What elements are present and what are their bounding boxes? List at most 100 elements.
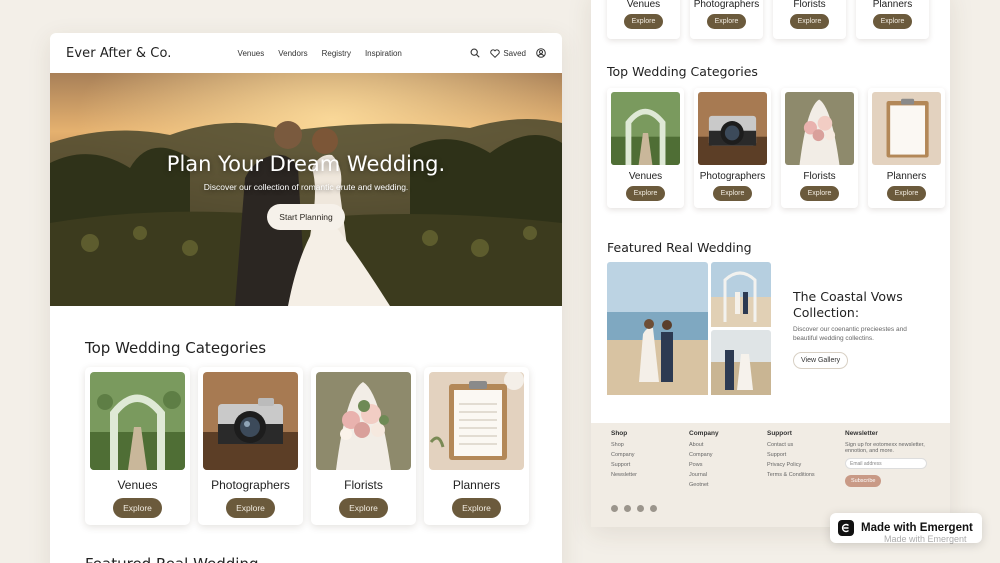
couple-portrait-photo (711, 330, 771, 395)
footer-link[interactable]: Support (611, 462, 637, 468)
start-planning-button[interactable]: Start Planning (267, 204, 345, 230)
explore-button[interactable]: Explore (226, 498, 275, 518)
category-card-photographers[interactable]: Photographers Explore (694, 88, 771, 208)
footer-heading: Support (767, 430, 792, 437)
beach-couple-photo-large (607, 262, 708, 395)
category-label: Photographers (699, 171, 766, 182)
footer-col-company: Company About Company Pows Journal Geotn… (689, 430, 719, 492)
camera-image (203, 372, 298, 470)
explore-button[interactable]: Explore (113, 498, 162, 518)
featured-wedding-info: The Coastal Vows Collection: Discover ou… (793, 289, 933, 369)
category-card-venues[interactable]: Venues Explore (607, 0, 680, 39)
nav-link-inspiration[interactable]: Inspiration (365, 49, 402, 58)
social-links (611, 505, 657, 512)
category-card-florists[interactable]: Florists Explore (781, 88, 858, 208)
facebook-icon[interactable] (624, 505, 631, 512)
category-label: Florists (803, 171, 836, 182)
category-label: Photographers (693, 0, 760, 10)
category-label: Planners (452, 478, 501, 492)
category-card-venues[interactable]: Venues Explore (85, 367, 190, 525)
footer-link[interactable]: About (689, 442, 719, 448)
search-icon[interactable] (470, 48, 480, 58)
explore-button[interactable]: Explore (452, 498, 501, 518)
bouquet-image (316, 372, 411, 470)
footer-link[interactable]: Terms & Conditions (767, 472, 815, 478)
footer-link[interactable]: Company (689, 452, 719, 458)
category-label: Florists (793, 0, 826, 10)
homepage-preview-scrolled: Venues Explore Photographers Explore Flo… (591, 0, 950, 527)
footer-heading: Newsletter (845, 430, 878, 437)
footer-link[interactable]: Shop (611, 442, 637, 448)
category-card-florists[interactable]: Florists Explore (311, 367, 416, 525)
footer-link[interactable]: Newsletter (611, 472, 637, 478)
badge-shadow-text: Made with Emergent (884, 534, 967, 544)
hero-title: Plan Your Dream Wedding. (166, 152, 446, 176)
newsletter-text: Sign up for eotomexx newsletter, ennotio… (845, 442, 925, 454)
explore-button[interactable]: Explore (339, 498, 388, 518)
footer-col-shop: Shop Shop Company Support Newsletter (611, 430, 637, 482)
footer-link[interactable]: Support (767, 452, 815, 458)
footer-link[interactable]: Pows (689, 462, 719, 468)
nav-links: Venues Vendors Registry Inspiration (238, 49, 402, 58)
category-card-photographers[interactable]: Photographers Explore (198, 367, 303, 525)
category-card-planners[interactable]: Planners Explore (424, 367, 529, 525)
explore-button[interactable]: Explore (886, 186, 927, 201)
hero-subtitle: Discover our collection of romantic erut… (203, 182, 409, 192)
explore-button[interactable]: Explore (712, 186, 753, 201)
featured-wedding-gallery[interactable] (607, 262, 771, 395)
section-title-categories: Top Wedding Categories (607, 64, 758, 79)
bouquet-image (785, 92, 854, 165)
category-label: Planners (886, 171, 927, 182)
category-card-venues[interactable]: Venues Explore (607, 88, 684, 208)
instagram-icon[interactable] (637, 505, 644, 512)
explore-button[interactable]: Explore (706, 14, 747, 29)
emergent-logo-icon (838, 520, 854, 536)
category-card-florists[interactable]: Florists Explore (773, 0, 846, 39)
subscribe-button[interactable]: Subscribe (845, 475, 882, 487)
explore-button[interactable]: Explore (872, 14, 913, 29)
brand-logo[interactable]: Ever After & Co. (66, 46, 172, 61)
nav-link-venues[interactable]: Venues (238, 49, 265, 58)
explore-button[interactable]: Explore (789, 14, 830, 29)
top-nav: Ever After & Co. Venues Vendors Registry… (50, 33, 562, 73)
account-icon[interactable] (536, 48, 546, 58)
saved-button[interactable]: Saved (490, 49, 526, 58)
footer-heading: Company (689, 430, 719, 437)
facebook-icon[interactable] (611, 505, 618, 512)
category-card-photographers[interactable]: Photographers Explore (690, 0, 763, 39)
hero-banner: Plan Your Dream Wedding. Discover our co… (50, 73, 562, 306)
category-label: Photographers (211, 478, 290, 492)
footer-link[interactable]: Privacy Policy (767, 462, 815, 468)
venue-arch-image (90, 372, 185, 470)
category-card-planners[interactable]: Planners Explore (868, 88, 945, 208)
nav-link-vendors[interactable]: Vendors (278, 49, 307, 58)
categories-row-partial: Venues Explore Photographers Explore Flo… (607, 0, 929, 39)
saved-label: Saved (503, 48, 526, 58)
view-gallery-button[interactable]: View Gallery (793, 352, 849, 369)
explore-button[interactable]: Explore (623, 14, 664, 29)
clipboard-image (429, 372, 524, 470)
homepage-preview-large: Ever After & Co. Venues Vendors Registry… (50, 33, 562, 563)
newsletter-email-input[interactable]: Email address (845, 458, 927, 469)
categories-grid: Venues Explore Photographers Explore Flo… (85, 367, 529, 525)
globe-icon[interactable] (650, 505, 657, 512)
category-label: Venues (626, 0, 661, 10)
footer-heading: Shop (611, 430, 628, 437)
camera-image (698, 92, 767, 165)
footer-link[interactable]: Company (611, 452, 637, 458)
badge-label: Made with Emergent (861, 522, 973, 534)
featured-wedding-heading: The Coastal Vows Collection: (793, 289, 903, 320)
footer-link[interactable]: Geotnet (689, 482, 719, 488)
featured-wedding-description: Discover our coenantic precieestes and b… (793, 326, 907, 342)
footer-link[interactable]: Journal (689, 472, 719, 478)
site-footer: Shop Shop Company Support Newsletter Com… (591, 423, 950, 527)
footer-link[interactable]: Contact us (767, 442, 815, 448)
category-card-planners[interactable]: Planners Explore (856, 0, 929, 39)
nav-link-registry[interactable]: Registry (322, 49, 351, 58)
section-title-featured: Featured Real Wedding (607, 240, 752, 255)
arch-ceremony-photo (711, 262, 771, 327)
footer-col-support: Support Contact us Support Privacy Polic… (767, 430, 815, 482)
explore-button[interactable]: Explore (625, 186, 666, 201)
explore-button[interactable]: Explore (799, 186, 840, 201)
category-label: Planners (872, 0, 913, 10)
